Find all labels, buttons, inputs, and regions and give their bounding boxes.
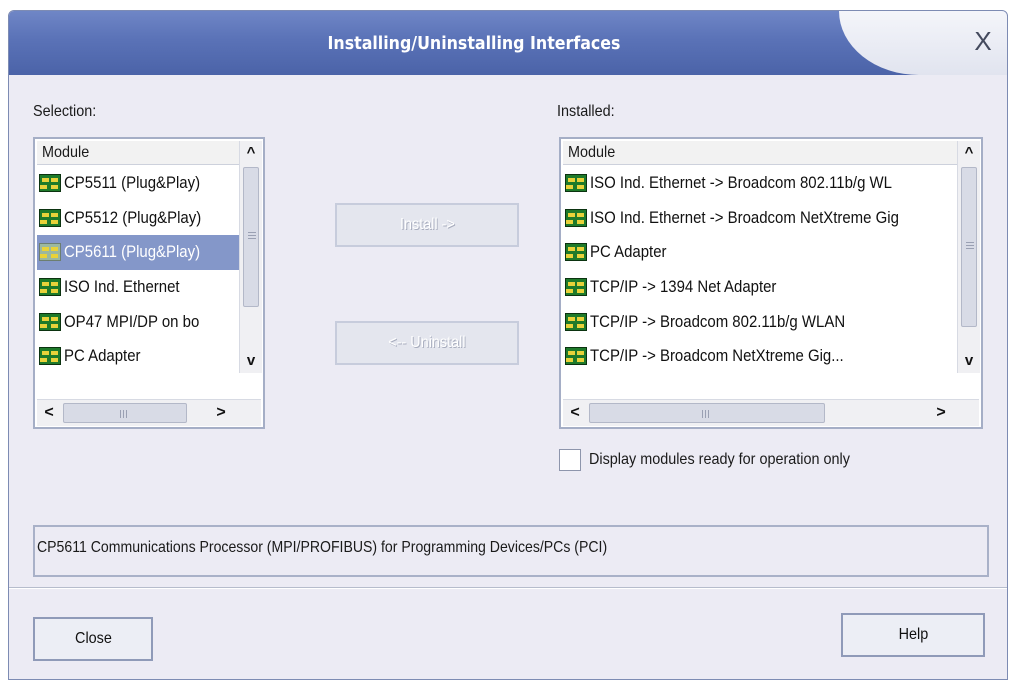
grip-icon bbox=[702, 410, 703, 418]
scroll-right-icon[interactable]: > bbox=[209, 400, 233, 426]
installed-vertical-scrollbar[interactable]: ^ v bbox=[957, 141, 980, 373]
scroll-thumb[interactable] bbox=[961, 167, 977, 327]
selection-listbox[interactable]: Module CP5511 (Plug&Play) CP5512 (Plug&P… bbox=[33, 137, 265, 429]
installed-column-header[interactable]: Module bbox=[563, 141, 959, 165]
module-chip-icon bbox=[565, 312, 587, 331]
scroll-right-icon[interactable]: > bbox=[929, 400, 953, 426]
selection-list-item[interactable]: PC Adapter bbox=[37, 339, 241, 374]
title-bar[interactable]: Installing/Uninstalling Interfaces X bbox=[9, 11, 1007, 75]
grip-icon bbox=[120, 410, 121, 418]
window-title: Installing/Uninstalling Interfaces bbox=[327, 33, 621, 54]
module-chip-icon bbox=[565, 243, 587, 262]
selection-column-header[interactable]: Module bbox=[37, 141, 241, 165]
install-button[interactable]: Install -> bbox=[335, 203, 519, 247]
scroll-thumb[interactable] bbox=[63, 403, 187, 423]
grip-icon bbox=[966, 242, 974, 243]
scroll-up-icon[interactable]: ^ bbox=[958, 141, 980, 165]
selection-list-item[interactable]: CP5512 (Plug&Play) bbox=[37, 201, 241, 236]
scroll-left-icon[interactable]: < bbox=[563, 400, 587, 426]
scroll-thumb[interactable] bbox=[589, 403, 825, 423]
module-chip-icon bbox=[39, 243, 61, 262]
selection-vertical-scrollbar[interactable]: ^ v bbox=[239, 141, 262, 373]
selection-horizontal-scrollbar[interactable]: < > bbox=[37, 399, 261, 426]
module-chip-icon bbox=[39, 174, 61, 193]
module-chip-icon bbox=[39, 312, 61, 331]
grip-icon bbox=[248, 232, 256, 233]
scroll-down-icon[interactable]: v bbox=[958, 349, 980, 373]
scroll-up-icon[interactable]: ^ bbox=[240, 141, 262, 165]
module-chip-icon bbox=[565, 278, 587, 297]
close-button[interactable]: Close bbox=[33, 617, 153, 661]
selection-list-item-selected[interactable]: CP5611 (Plug&Play) bbox=[37, 235, 241, 270]
scroll-thumb[interactable] bbox=[243, 167, 259, 307]
installed-list-item[interactable]: ISO Ind. Ethernet -> Broadcom 802.11b/g … bbox=[563, 166, 959, 201]
module-chip-icon bbox=[39, 347, 61, 366]
selection-label: Selection: bbox=[33, 103, 97, 120]
module-chip-icon bbox=[39, 208, 61, 227]
installed-listbox[interactable]: Module ISO Ind. Ethernet -> Broadcom 802… bbox=[559, 137, 983, 429]
installed-horizontal-scrollbar[interactable]: < > bbox=[563, 399, 979, 426]
installed-list-item[interactable]: TCP/IP -> Broadcom 802.11b/g WLAN bbox=[563, 304, 959, 339]
ready-only-label[interactable]: Display modules ready for operation only bbox=[589, 451, 850, 469]
selection-list-item[interactable]: ISO Ind. Ethernet bbox=[37, 270, 241, 305]
uninstall-button[interactable]: <-- Uninstall bbox=[335, 321, 519, 365]
installed-list-item[interactable]: TCP/IP -> 1394 Net Adapter bbox=[563, 270, 959, 305]
installed-list-item[interactable]: ISO Ind. Ethernet -> Broadcom NetXtreme … bbox=[563, 201, 959, 236]
close-window-icon[interactable]: X bbox=[969, 27, 997, 55]
module-description: CP5611 Communications Processor (MPI/PRO… bbox=[33, 525, 989, 577]
module-chip-icon bbox=[565, 174, 587, 193]
installed-list-item[interactable]: PC Adapter bbox=[563, 235, 959, 270]
module-chip-icon bbox=[565, 347, 587, 366]
footer-divider bbox=[9, 587, 1007, 589]
selection-list-item[interactable]: OP47 MPI/DP on bo bbox=[37, 304, 241, 339]
ready-only-checkbox[interactable] bbox=[559, 449, 581, 471]
background-strip bbox=[0, 0, 1012, 10]
installed-list-item[interactable]: TCP/IP -> Broadcom NetXtreme Gig... bbox=[563, 339, 959, 374]
installed-label: Installed: bbox=[557, 103, 615, 120]
scroll-down-icon[interactable]: v bbox=[240, 349, 262, 373]
interfaces-dialog: Installing/Uninstalling Interfaces X Sel… bbox=[8, 10, 1008, 680]
module-chip-icon bbox=[39, 278, 61, 297]
help-button[interactable]: Help bbox=[841, 613, 985, 657]
selection-list-item[interactable]: CP5511 (Plug&Play) bbox=[37, 166, 241, 201]
scroll-left-icon[interactable]: < bbox=[37, 400, 61, 426]
module-chip-icon bbox=[565, 208, 587, 227]
